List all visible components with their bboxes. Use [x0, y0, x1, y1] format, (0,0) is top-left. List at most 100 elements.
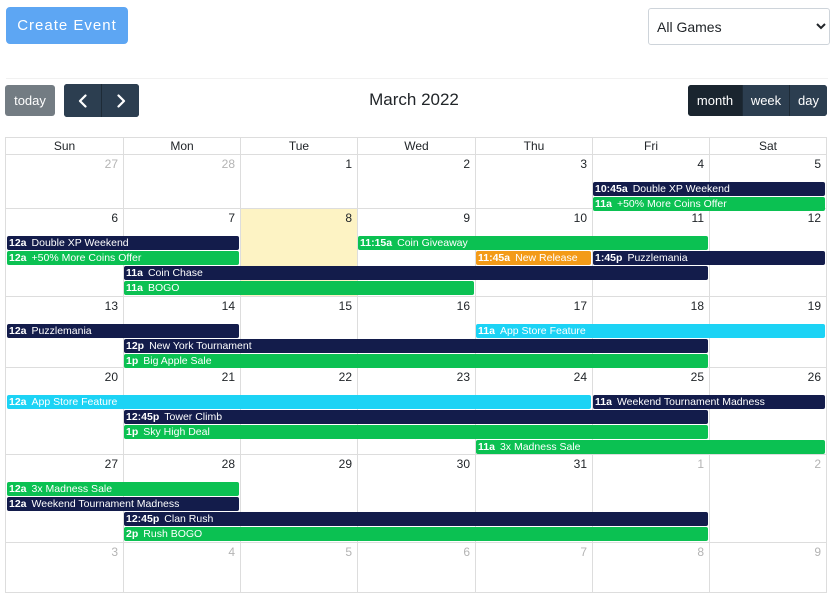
calendar-event[interactable]: 11a BOGO — [124, 281, 474, 295]
day-number[interactable]: 4 — [697, 157, 704, 171]
day-number[interactable]: 22 — [339, 370, 352, 384]
day-cell[interactable]: 7 — [475, 542, 592, 593]
day-cell[interactable]: 27 — [6, 154, 123, 208]
day-number[interactable]: 1 — [345, 157, 352, 171]
day-number[interactable]: 5 — [345, 545, 352, 559]
calendar-event[interactable]: 1p Big Apple Sale — [124, 354, 708, 368]
day-cell[interactable]: 6 — [357, 542, 475, 593]
day-number[interactable]: 7 — [580, 545, 587, 559]
event-time: 11:45a — [478, 252, 511, 264]
day-number[interactable]: 17 — [574, 299, 587, 313]
calendar-event[interactable]: 11a Coin Chase — [124, 266, 708, 280]
day-number[interactable]: 28 — [222, 457, 235, 471]
day-cell[interactable]: 20 — [6, 367, 123, 454]
day-number[interactable]: 12 — [808, 211, 821, 225]
calendar-event[interactable]: 11a App Store Feature — [476, 324, 825, 338]
calendar-event[interactable]: 11:45a New Release — [476, 251, 591, 265]
calendar-event[interactable]: 12a Weekend Tournament Madness — [7, 497, 239, 511]
event-title: Rush BOGO — [143, 528, 203, 540]
calendar-event[interactable]: 12a Puzzlemania — [7, 324, 239, 338]
event-title: Puzzlemania — [627, 252, 688, 264]
day-number[interactable]: 3 — [111, 545, 118, 559]
day-number[interactable]: 13 — [105, 299, 118, 313]
event-time: 11a — [595, 396, 612, 408]
event-title: New Release — [515, 252, 578, 264]
day-number[interactable]: 27 — [105, 157, 118, 171]
calendar-event[interactable]: 1p Sky High Deal — [124, 425, 708, 439]
calendar-event[interactable]: 11:15a Coin Giveaway — [358, 236, 708, 250]
day-number[interactable]: 20 — [105, 370, 118, 384]
prev-button[interactable] — [64, 84, 101, 117]
day-number[interactable]: 15 — [339, 299, 352, 313]
day-number[interactable]: 10 — [574, 211, 587, 225]
calendar-event[interactable]: 12a Double XP Weekend — [7, 236, 239, 250]
day-number[interactable]: 6 — [111, 211, 118, 225]
create-event-button[interactable]: Create Event — [6, 7, 128, 44]
day-number[interactable]: 21 — [222, 370, 235, 384]
day-number[interactable]: 18 — [691, 299, 704, 313]
day-number[interactable]: 9 — [463, 211, 470, 225]
day-number[interactable]: 2 — [814, 457, 821, 471]
event-time: 12a — [9, 237, 27, 249]
day-number[interactable]: 28 — [222, 157, 235, 171]
day-cell[interactable]: 4 — [123, 542, 240, 593]
event-time: 11a — [595, 198, 612, 210]
day-number[interactable]: 16 — [457, 299, 470, 313]
day-number[interactable]: 8 — [697, 545, 704, 559]
day-cell[interactable]: 8 — [592, 542, 709, 593]
day-number[interactable]: 2 — [463, 157, 470, 171]
day-number[interactable]: 31 — [574, 457, 587, 471]
event-title: Tower Climb — [164, 411, 223, 423]
day-number[interactable]: 14 — [222, 299, 235, 313]
day-cell[interactable]: 2 — [709, 454, 826, 542]
calendar-event[interactable]: 12:45p Clan Rush — [124, 512, 708, 526]
calendar-event[interactable]: 10:45a Double XP Weekend — [593, 182, 825, 196]
day-number[interactable]: 7 — [228, 211, 235, 225]
day-cell[interactable]: 3 — [6, 542, 123, 593]
day-view-button[interactable]: day — [789, 85, 827, 116]
day-number[interactable]: 29 — [339, 457, 352, 471]
calendar-event[interactable]: 2p Rush BOGO — [124, 527, 708, 541]
calendar-event[interactable]: 11a Weekend Tournament Madness — [593, 395, 825, 409]
day-number[interactable]: 6 — [463, 545, 470, 559]
calendar-event[interactable]: 12a +50% More Coins Offer — [7, 251, 239, 265]
game-filter-select[interactable]: All Games — [648, 8, 830, 45]
week-view-button[interactable]: week — [742, 85, 789, 116]
day-number[interactable]: 25 — [691, 370, 704, 384]
day-cell[interactable]: 1 — [240, 154, 357, 208]
day-cell[interactable]: 3 — [475, 154, 592, 208]
event-title: Coin Giveaway — [397, 237, 468, 249]
calendar-event[interactable]: 1:45p Puzzlemania — [593, 251, 825, 265]
day-number[interactable]: 4 — [228, 545, 235, 559]
day-number[interactable]: 1 — [697, 457, 704, 471]
calendar-event[interactable]: 11a 3x Madness Sale — [476, 440, 825, 454]
event-title: App Store Feature — [499, 325, 586, 337]
day-number[interactable]: 5 — [814, 157, 821, 171]
event-title: Coin Chase — [147, 267, 203, 279]
calendar-event[interactable]: 12:45p Tower Climb — [124, 410, 708, 424]
day-number[interactable]: 11 — [692, 211, 704, 225]
day-number[interactable]: 26 — [808, 370, 821, 384]
calendar-event[interactable]: 11a +50% More Coins Offer — [593, 197, 825, 211]
day-number[interactable]: 24 — [574, 370, 587, 384]
next-button[interactable] — [101, 84, 139, 117]
month-view-button[interactable]: month — [688, 85, 742, 116]
event-title: Puzzlemania — [31, 325, 92, 337]
today-button[interactable]: today — [5, 85, 55, 116]
day-number[interactable]: 19 — [808, 299, 821, 313]
calendar-event[interactable]: 12p New York Tournament — [124, 339, 708, 353]
calendar-event[interactable]: 12a 3x Madness Sale — [7, 482, 239, 496]
day-number[interactable]: 27 — [105, 457, 118, 471]
day-cell[interactable]: 9 — [709, 542, 826, 593]
calendar-event[interactable]: 12a App Store Feature — [7, 395, 591, 409]
day-number[interactable]: 8 — [345, 211, 352, 225]
day-cell[interactable]: 28 — [123, 154, 240, 208]
event-time: 11a — [126, 282, 143, 294]
day-number[interactable]: 9 — [814, 545, 821, 559]
month-calendar-grid: Sun Mon Tue Wed Thu Fri Sat 27 28 1 2 3 4 5 6 7 8 9 10 11 12… — [5, 137, 827, 593]
day-number[interactable]: 3 — [580, 157, 587, 171]
day-number[interactable]: 30 — [457, 457, 470, 471]
day-cell[interactable]: 2 — [357, 154, 475, 208]
day-cell[interactable]: 5 — [240, 542, 357, 593]
day-number[interactable]: 23 — [457, 370, 470, 384]
